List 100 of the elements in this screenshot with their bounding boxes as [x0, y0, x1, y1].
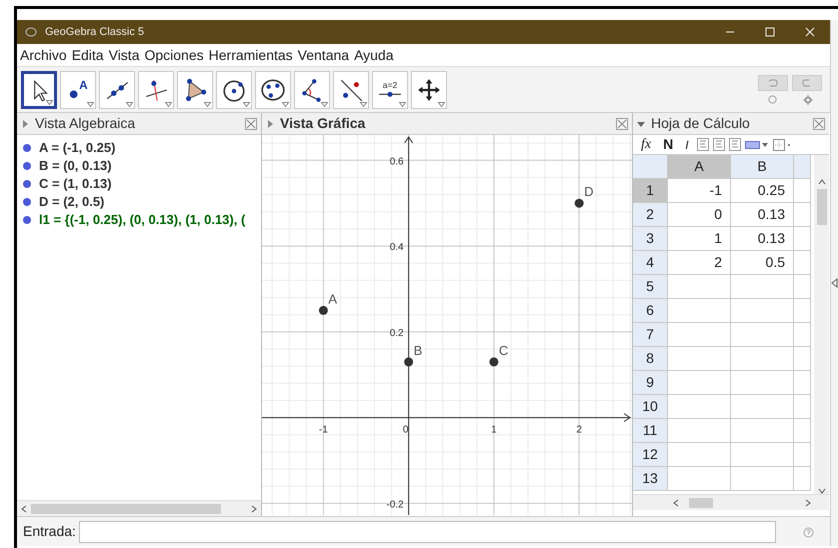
- maximize-icon[interactable]: [764, 26, 776, 38]
- object-visibility-dot[interactable]: [23, 162, 31, 170]
- reflect-tool[interactable]: [333, 70, 369, 108]
- row-header[interactable]: 7: [633, 323, 668, 347]
- column-header[interactable]: [794, 155, 811, 179]
- spreadsheet-cell[interactable]: [794, 251, 811, 275]
- scrollbar-thumb[interactable]: [816, 189, 826, 225]
- pan-tool[interactable]: [411, 70, 447, 108]
- menu-item[interactable]: Ventana: [298, 44, 352, 66]
- conic-tool[interactable]: [255, 70, 291, 108]
- scrollbar-thumb[interactable]: [689, 498, 713, 508]
- spreadsheet-cell[interactable]: [794, 371, 811, 395]
- column-header[interactable]: B: [731, 155, 794, 179]
- spreadsheet-cell[interactable]: 0.25: [731, 179, 794, 203]
- spreadsheet-cell[interactable]: [731, 419, 794, 443]
- spreadsheet-cell[interactable]: [794, 323, 811, 347]
- spreadsheet-cell[interactable]: [731, 371, 794, 395]
- spreadsheet-cell[interactable]: [731, 443, 794, 467]
- row-header[interactable]: 5: [633, 275, 668, 299]
- spreadsheet-cell[interactable]: -1: [668, 179, 731, 203]
- object-visibility-dot[interactable]: [23, 180, 31, 188]
- menu-item[interactable]: Herramientas: [208, 44, 296, 66]
- style-bar-toggle-icon[interactable]: [266, 120, 274, 128]
- border-icon[interactable]: [772, 138, 791, 150]
- object-visibility-dot[interactable]: [23, 216, 31, 224]
- spreadsheet-cell[interactable]: 0: [668, 203, 731, 227]
- row-header[interactable]: 12: [633, 443, 668, 467]
- menu-item[interactable]: Edita: [72, 44, 107, 66]
- spreadsheet-cell[interactable]: 1: [668, 227, 731, 251]
- perpendicular-tool[interactable]: [138, 70, 174, 108]
- spreadsheet-cell[interactable]: [794, 203, 811, 227]
- point[interactable]: [574, 198, 584, 208]
- select-all-corner[interactable]: [633, 155, 668, 179]
- align-right-icon[interactable]: [728, 138, 741, 151]
- close-panel-icon[interactable]: [616, 118, 628, 130]
- spreadsheet-cell[interactable]: [794, 419, 811, 443]
- object-visibility-dot[interactable]: [23, 144, 31, 152]
- point[interactable]: [318, 306, 328, 315]
- spreadsheet-cell[interactable]: [731, 347, 794, 371]
- redo-button[interactable]: [792, 74, 822, 90]
- align-center-icon[interactable]: [712, 138, 725, 151]
- close-panel-icon[interactable]: [245, 118, 257, 130]
- close-icon[interactable]: [804, 26, 816, 38]
- style-bar-toggle-icon[interactable]: [637, 120, 645, 128]
- column-header[interactable]: A: [668, 155, 731, 179]
- spreadsheet-cell[interactable]: [794, 347, 811, 371]
- spreadsheet-cell[interactable]: [794, 467, 811, 491]
- line-tool[interactable]: [99, 70, 135, 108]
- spreadsheet-cell[interactable]: 2: [668, 251, 731, 275]
- slider-tool[interactable]: a=2: [372, 70, 408, 108]
- spreadsheet-cell[interactable]: [668, 299, 731, 323]
- spreadsheet-cell[interactable]: 0.13: [731, 227, 794, 251]
- object-visibility-dot[interactable]: [23, 198, 31, 206]
- scrollbar-thumb[interactable]: [31, 504, 221, 514]
- scroll-left-icon[interactable]: [673, 498, 679, 506]
- row-header[interactable]: 8: [633, 347, 668, 371]
- undo-button[interactable]: [758, 74, 788, 90]
- angle-tool[interactable]: [294, 70, 330, 108]
- spreadsheet-cell[interactable]: [668, 275, 731, 299]
- scroll-up-icon[interactable]: [818, 179, 826, 185]
- spreadsheet-cell[interactable]: 0.13: [731, 203, 794, 227]
- spreadsheet-cell[interactable]: [731, 395, 794, 419]
- scroll-right-icon[interactable]: [251, 504, 257, 512]
- row-header[interactable]: 10: [633, 395, 668, 419]
- italic-button[interactable]: I: [681, 136, 693, 154]
- spreadsheet-cell[interactable]: [668, 347, 731, 371]
- menu-item[interactable]: Opciones: [144, 44, 207, 66]
- spreadsheet-cell[interactable]: [794, 227, 811, 251]
- spreadsheet-cell[interactable]: [731, 299, 794, 323]
- circle-tool[interactable]: [216, 70, 252, 108]
- algebra-entry[interactable]: l1 = {(-1, 0.25), (0, 0.13), (1, 0.13), (: [39, 210, 246, 230]
- spreadsheet-cell[interactable]: [668, 371, 731, 395]
- spreadsheet-cell[interactable]: [668, 395, 731, 419]
- point-tool[interactable]: A: [60, 70, 96, 108]
- spreadsheet-cell[interactable]: [668, 443, 731, 467]
- spreadsheet-cell[interactable]: [794, 179, 811, 203]
- help-icon[interactable]: [803, 526, 814, 538]
- row-header[interactable]: 11: [633, 419, 668, 443]
- algebra-entry[interactable]: C = (1, 0.13): [39, 174, 112, 194]
- spreadsheet-cell[interactable]: [794, 275, 811, 299]
- scroll-right-icon[interactable]: [805, 498, 811, 506]
- menu-item[interactable]: Ayuda: [354, 44, 397, 66]
- collapse-icon[interactable]: [831, 278, 838, 288]
- settings-icon[interactable]: [802, 94, 812, 104]
- row-header[interactable]: 3: [633, 227, 668, 251]
- align-left-icon[interactable]: [696, 138, 709, 151]
- background-color-icon[interactable]: [744, 140, 769, 150]
- spreadsheet-cell[interactable]: [668, 323, 731, 347]
- formula-button[interactable]: fx: [637, 134, 656, 155]
- algebra-entry[interactable]: B = (0, 0.13): [39, 156, 112, 176]
- spreadsheet-cell[interactable]: [668, 419, 731, 443]
- scroll-left-icon[interactable]: [21, 504, 27, 512]
- row-header[interactable]: 9: [633, 371, 668, 395]
- algebra-entry[interactable]: D = (2, 0.5): [39, 192, 104, 212]
- algebra-entry[interactable]: A = (-1, 0.25): [39, 138, 116, 158]
- point[interactable]: [489, 357, 498, 366]
- point[interactable]: [404, 357, 414, 366]
- row-header[interactable]: 1: [633, 179, 668, 203]
- polygon-tool[interactable]: [177, 70, 213, 108]
- help-icon[interactable]: [768, 94, 776, 104]
